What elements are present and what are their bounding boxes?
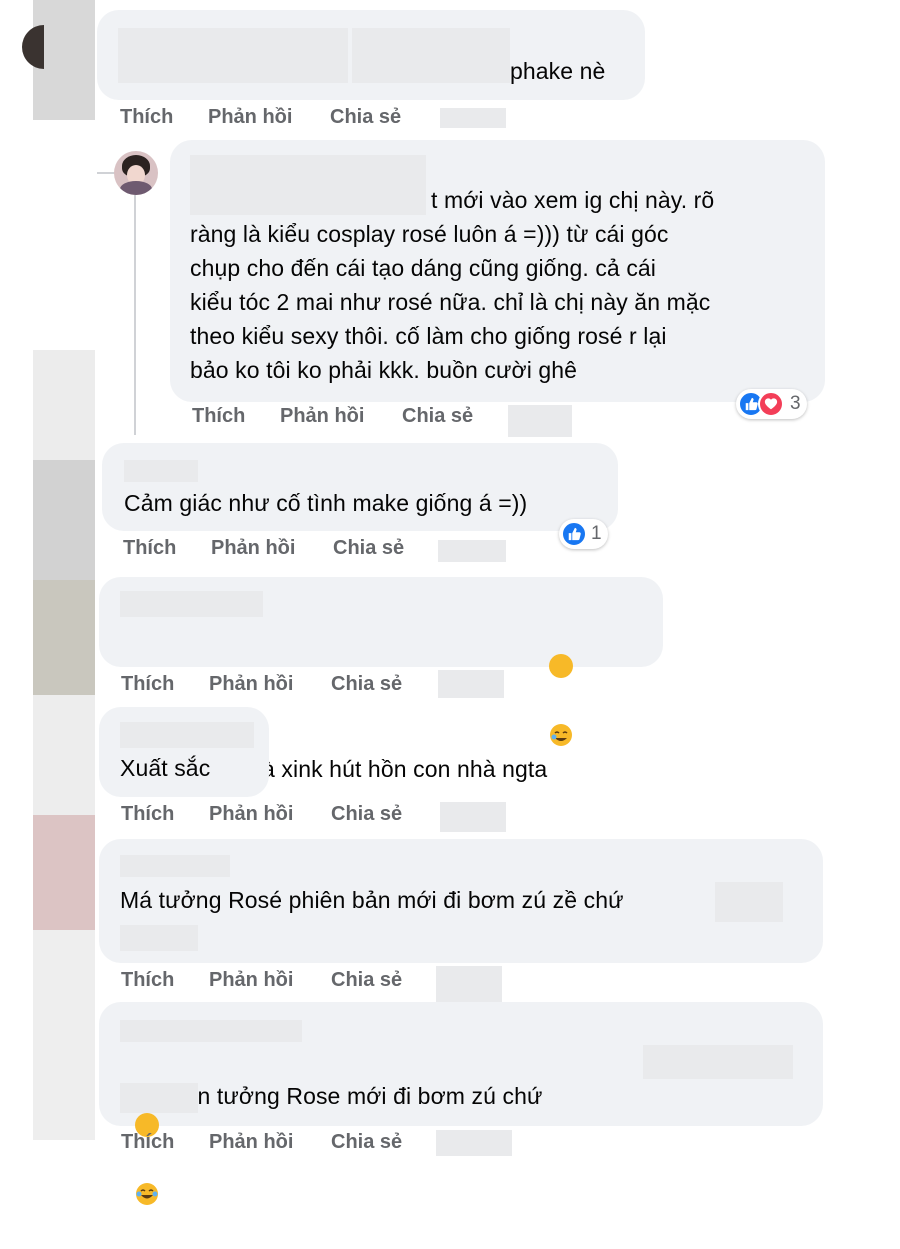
comment-text: Xuất sắc (120, 755, 211, 781)
like-button[interactable]: Thích (121, 673, 209, 696)
redacted-time (440, 108, 506, 128)
like-button[interactable]: Thích (192, 405, 280, 428)
left-strip (33, 695, 95, 815)
redacted-time (440, 802, 506, 832)
redacted-time (508, 405, 572, 437)
reply-button[interactable]: Phản hồi (208, 106, 330, 129)
share-button[interactable]: Chia sẻ (331, 673, 437, 696)
like-icon (561, 521, 587, 547)
reaction-summary[interactable]: 1 (559, 519, 608, 549)
reply-button[interactable]: Phản hồi (280, 405, 402, 428)
like-button[interactable]: Thích (120, 106, 208, 129)
redacted-time (436, 966, 502, 1002)
love-icon (758, 391, 784, 417)
comment-actions: Thích Phản hồi Chia sẻ (123, 537, 439, 560)
crying-laughing-icon (549, 654, 574, 746)
redacted-time (436, 1130, 512, 1156)
comment-text: t mới vào xem ig chị này. rõ ràng là kiể… (190, 187, 715, 383)
comment-actions: Thích Phản hồi Chia sẻ (192, 405, 508, 428)
comment-text: Cảm giác như cố tình make giống á =)) (124, 490, 528, 516)
comment-text: Má tưởng Rosé phiên bản mới đi bơm zú zề… (120, 887, 624, 913)
reply-button[interactable]: Phản hồi (209, 969, 331, 992)
redacted-name (124, 460, 198, 482)
redacted-name (120, 722, 254, 748)
reaction-summary[interactable]: 3 (736, 389, 807, 419)
share-button[interactable]: Chia sẻ (331, 969, 437, 992)
like-button[interactable]: Thích (123, 537, 211, 560)
redacted-time (438, 540, 506, 562)
redacted-name (118, 28, 348, 83)
share-button[interactable]: Chia sẻ (402, 405, 508, 428)
left-strip (33, 930, 95, 1140)
left-strip (33, 350, 95, 460)
redacted-name (120, 855, 230, 877)
share-button[interactable]: Chia sẻ (331, 1131, 437, 1154)
redacted-name (120, 591, 263, 617)
like-button[interactable]: Thích (121, 1131, 209, 1154)
redacted-text (643, 1045, 793, 1079)
avatar (22, 25, 44, 69)
comment-actions: Thích Phản hồi Chia sẻ (121, 803, 437, 826)
left-strip (33, 815, 95, 930)
like-button[interactable]: Thích (121, 969, 209, 992)
share-button[interactable]: Chia sẻ (331, 803, 437, 826)
left-strip (33, 580, 95, 695)
reaction-count: 1 (591, 523, 602, 544)
comment-actions: Thích Phản hồi Chia sẻ (121, 673, 437, 696)
redacted-text (715, 882, 783, 922)
reply-button[interactable]: Phản hồi (209, 673, 331, 696)
redacted-text (120, 1083, 198, 1113)
share-button[interactable]: Chia sẻ (330, 106, 436, 129)
comment-actions: Thích Phản hồi Chia sẻ (121, 1131, 437, 1154)
comment-actions: Thích Phản hồi Chia sẻ (121, 969, 437, 992)
share-button[interactable]: Chia sẻ (333, 537, 439, 560)
reaction-count: 3 (790, 393, 801, 414)
reply-button[interactable]: Phản hồi (209, 803, 331, 826)
reply-button[interactable]: Phản hồi (211, 537, 333, 560)
left-strip (33, 460, 95, 580)
reply-button[interactable]: Phản hồi (209, 1131, 331, 1154)
redacted-time (438, 670, 504, 698)
redacted-text (120, 925, 198, 951)
like-button[interactable]: Thích (121, 803, 209, 826)
avatar (114, 151, 158, 195)
redacted-name (120, 1020, 302, 1042)
redacted-name (352, 28, 510, 83)
comment-actions: Thích Phản hồi Chia sẻ (120, 106, 436, 129)
thread-line (134, 195, 136, 435)
comment-text: phake nè (510, 58, 606, 84)
